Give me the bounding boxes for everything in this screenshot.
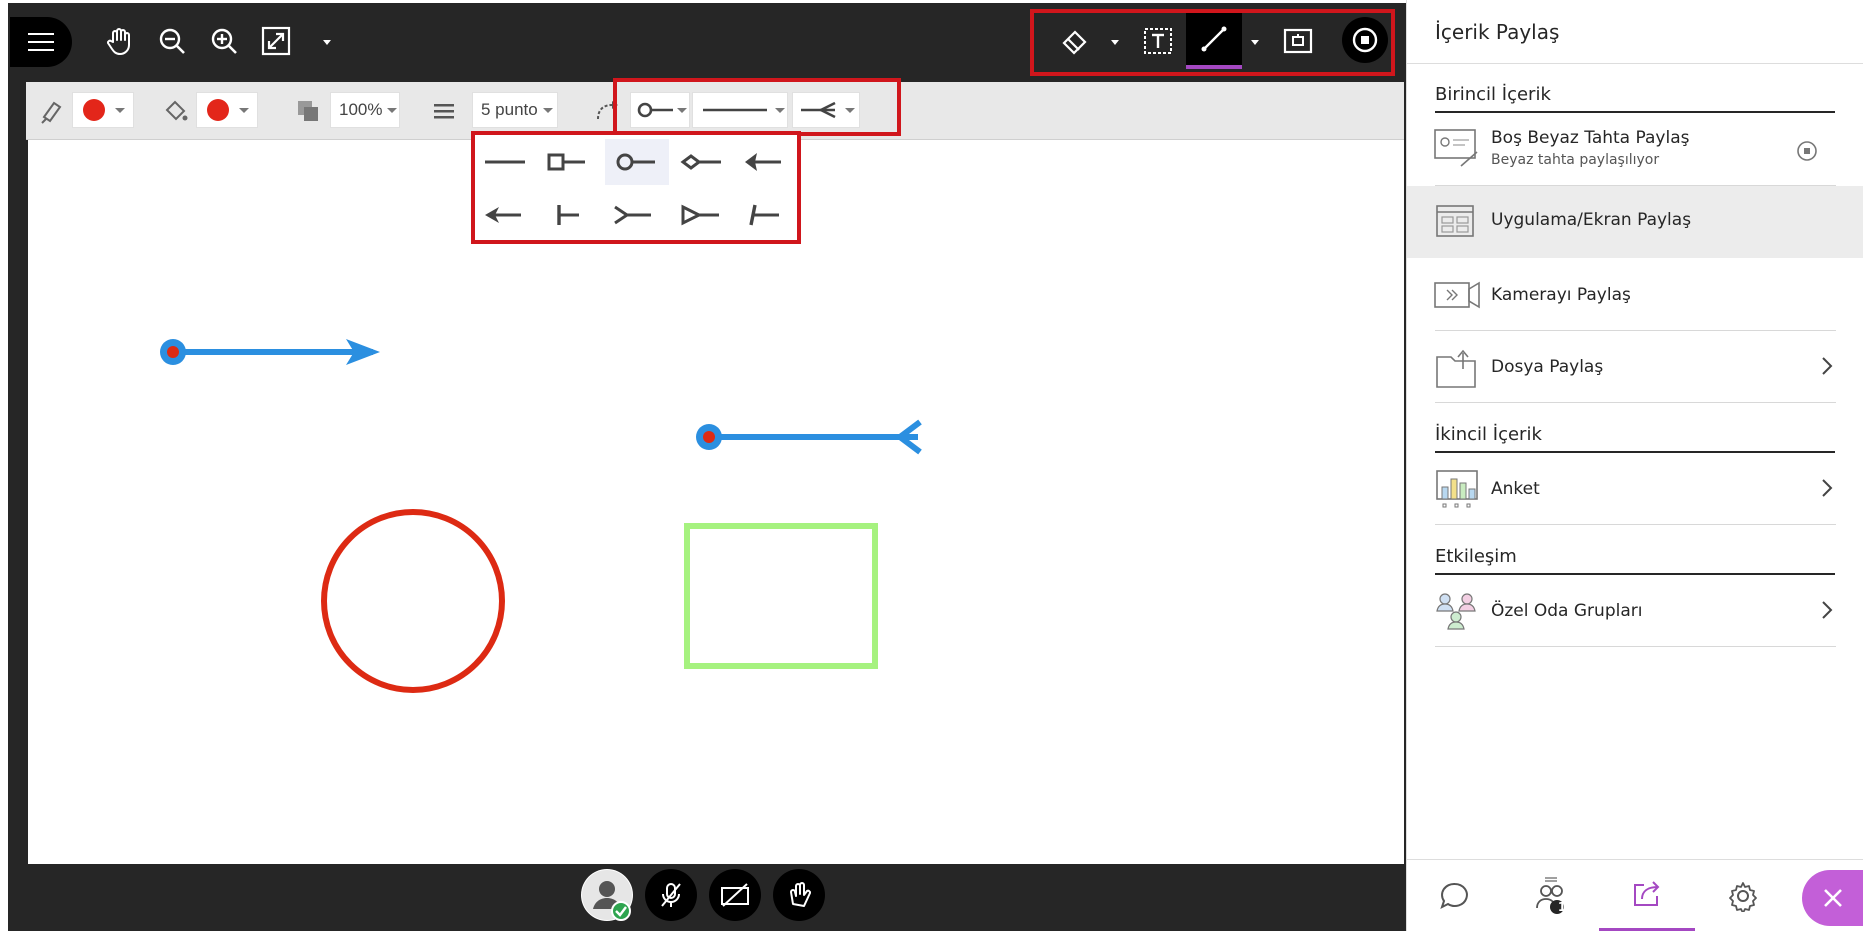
opacity-value: 100% xyxy=(339,100,383,119)
line-weight-value: 5 punto xyxy=(481,100,538,119)
share-app-screen-label: Uygulama/Ekran Paylaş xyxy=(1491,210,1692,230)
share-file-row[interactable]: Dosya Paylaş xyxy=(1407,331,1863,403)
primary-content-heading: Birincil İçerik xyxy=(1435,84,1835,113)
canvas-drawing xyxy=(160,339,922,693)
share-icon xyxy=(1634,881,1660,906)
line-ending-options xyxy=(485,139,781,226)
poll-row[interactable]: Anket xyxy=(1407,453,1863,525)
whiteboard-area: 100% 5 punto xyxy=(8,3,1406,931)
zoom-in-button[interactable] xyxy=(204,21,244,61)
participants-count-badge: 1 xyxy=(1557,900,1567,914)
camera-share-icon xyxy=(1434,281,1480,309)
chevron-right-icon xyxy=(1822,479,1833,497)
breakout-groups-icon xyxy=(1436,593,1476,630)
whiteboard-canvas[interactable] xyxy=(28,140,1404,864)
fill-color-swatch xyxy=(207,99,229,121)
ending-fork-option[interactable] xyxy=(614,205,651,225)
raise-hand-button[interactable] xyxy=(773,869,825,921)
mic-off-icon xyxy=(661,883,681,907)
settings-tab[interactable] xyxy=(1695,860,1791,931)
highlight-endings-frame xyxy=(613,78,901,136)
whiteboard-icon xyxy=(1434,129,1478,167)
hamburger-icon xyxy=(28,33,54,51)
line-weight-select[interactable]: 5 punto xyxy=(472,92,558,128)
share-content-tab[interactable] xyxy=(1599,860,1695,931)
paint-brush-icon xyxy=(41,101,62,124)
fill-color-picker[interactable] xyxy=(196,92,258,128)
chevron-right-icon xyxy=(1822,601,1833,619)
ending-diamond-option[interactable] xyxy=(680,154,721,170)
stroke-color-swatch xyxy=(83,99,105,121)
ending-open-arrow-option[interactable] xyxy=(485,207,521,223)
row-divider xyxy=(1435,402,1836,403)
fit-dropdown-caret-icon[interactable] xyxy=(320,35,334,49)
line-ending-picker xyxy=(471,131,801,244)
opacity-icon xyxy=(298,101,318,121)
my-status-button[interactable] xyxy=(581,869,633,921)
camera-toggle[interactable] xyxy=(709,869,761,921)
raise-hand-icon xyxy=(790,882,811,907)
zoom-out-button[interactable] xyxy=(152,21,192,61)
panel-title: İçerik Paylaş xyxy=(1435,20,1560,44)
pan-hand-button[interactable] xyxy=(100,21,140,61)
row-divider xyxy=(1435,646,1836,647)
gear-icon xyxy=(1729,882,1757,912)
highlight-tools-frame xyxy=(1030,9,1395,76)
share-content-panel: İçerik Paylaş Birincil İçerik Boş Beyaz … xyxy=(1406,0,1863,931)
zoom-out-icon xyxy=(159,28,185,54)
panel-tab-bar: 1 xyxy=(1407,859,1863,931)
drawn-arrow[interactable] xyxy=(160,339,380,365)
drawn-rectangle[interactable] xyxy=(684,523,878,669)
paint-bucket-icon xyxy=(165,100,188,121)
breakout-groups-label: Özel Oda Grupları xyxy=(1491,601,1643,621)
breakout-groups-row[interactable]: Özel Oda Grupları xyxy=(1407,575,1863,647)
opacity-icon-wrap xyxy=(288,91,328,131)
share-file-label: Dosya Paylaş xyxy=(1491,357,1604,377)
poll-label: Anket xyxy=(1491,479,1540,499)
avatar-icon xyxy=(582,870,632,921)
stroke-paint-button[interactable] xyxy=(32,91,72,131)
stop-whiteboard-icon[interactable] xyxy=(1796,140,1818,162)
chat-tab[interactable] xyxy=(1407,860,1503,931)
hand-icon xyxy=(107,28,130,55)
opacity-select[interactable]: 100% xyxy=(330,92,400,128)
ending-square-option[interactable] xyxy=(547,153,585,171)
menu-button[interactable] xyxy=(10,17,72,67)
interaction-heading: Etkileşim xyxy=(1435,546,1835,575)
camera-off-icon xyxy=(721,883,749,907)
ending-slash-option[interactable] xyxy=(749,204,779,226)
close-panel-button[interactable] xyxy=(1802,870,1863,926)
whiteboard-status: Beyaz tahta paylaşılıyor xyxy=(1491,152,1660,168)
folder-upload-icon xyxy=(1436,349,1476,388)
poll-chart-icon xyxy=(1436,470,1478,508)
close-icon xyxy=(1824,889,1842,907)
ending-triangle-option[interactable] xyxy=(681,204,719,226)
share-whiteboard-row[interactable]: Boş Beyaz Tahta Paylaş Beyaz tahta payla… xyxy=(1407,112,1863,186)
drawn-circle[interactable] xyxy=(321,509,505,693)
drawn-fork-line[interactable] xyxy=(696,419,922,455)
share-camera-label: Kamerayı Paylaş xyxy=(1491,285,1631,305)
title-divider xyxy=(1407,63,1863,64)
ending-arrow-option[interactable] xyxy=(745,153,781,171)
share-app-screen-row[interactable]: Uygulama/Ekran Paylaş xyxy=(1407,186,1863,258)
ending-bar-option[interactable] xyxy=(557,205,579,225)
stroke-color-picker[interactable] xyxy=(72,92,134,128)
line-weight-icon-wrap xyxy=(424,91,464,131)
row-divider xyxy=(1435,524,1836,525)
chevron-right-icon xyxy=(1822,357,1833,375)
fit-screen-button[interactable] xyxy=(256,21,296,61)
line-weight-icon xyxy=(434,104,454,119)
expand-icon xyxy=(261,26,291,56)
collaborate-app: 100% 5 punto İçerik Paylaş Birincil İçer… xyxy=(0,0,1863,931)
application-window-icon xyxy=(1436,205,1474,237)
participants-tab[interactable]: 1 xyxy=(1503,860,1599,931)
share-whiteboard-label: Boş Beyaz Tahta Paylaş xyxy=(1491,128,1690,148)
secondary-content-heading: İkincil İçerik xyxy=(1435,424,1835,453)
fill-bucket-button[interactable] xyxy=(156,91,196,131)
zoom-in-icon xyxy=(211,28,237,54)
microphone-toggle[interactable] xyxy=(645,869,697,921)
chat-bubble-icon xyxy=(1440,882,1468,909)
share-camera-row[interactable]: Kamerayı Paylaş xyxy=(1407,259,1863,331)
